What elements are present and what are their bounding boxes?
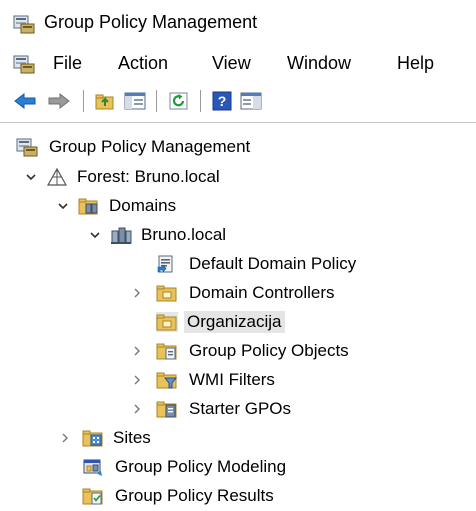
- tree-item-label: Sites: [113, 428, 151, 447]
- properties-pane-icon[interactable]: [238, 89, 264, 113]
- menu-help[interactable]: Help: [395, 52, 436, 75]
- tree-item-label: Group Policy Management: [49, 137, 251, 156]
- refresh-icon[interactable]: [166, 89, 192, 113]
- tree-item-domains[interactable]: Domains: [78, 193, 179, 219]
- domain-icon: [110, 225, 132, 245]
- menu-action[interactable]: Action: [116, 52, 170, 75]
- chevron-down-icon[interactable]: [24, 170, 38, 184]
- results-folder-icon: [82, 486, 104, 506]
- help-icon[interactable]: ?: [209, 89, 235, 113]
- tree-item-group-policy-modeling[interactable]: Group Policy Modeling: [82, 454, 289, 480]
- tree-item-label: Group Policy Results: [115, 486, 274, 505]
- gpo-link-icon: [156, 254, 178, 274]
- tree-item-label: Default Domain Policy: [189, 254, 357, 273]
- starter-gpo-folder-icon: [156, 399, 178, 419]
- gpm-console-icon: [16, 137, 38, 157]
- back-arrow-icon[interactable]: [12, 89, 38, 113]
- tree-item-group-policy-results[interactable]: Group Policy Results: [82, 483, 277, 509]
- tree-item-sites[interactable]: Sites: [82, 425, 154, 451]
- tree-item-label: Organizacija: [184, 311, 285, 333]
- domains-folder-icon: [78, 196, 100, 216]
- tree-item-label: Starter GPOs: [189, 399, 292, 418]
- wmi-filter-folder-icon: [156, 370, 178, 390]
- chevron-right-icon[interactable]: [58, 431, 72, 445]
- chevron-down-icon[interactable]: [88, 228, 102, 242]
- toolbar-divider: [0, 122, 476, 123]
- chevron-right-icon[interactable]: [130, 373, 144, 387]
- chevron-right-icon[interactable]: [130, 286, 144, 300]
- toolbar-separator: [156, 90, 157, 112]
- forward-arrow-icon[interactable]: [46, 89, 72, 113]
- chevron-down-icon[interactable]: [56, 199, 70, 213]
- tree-item-label: Forest: Bruno.local: [77, 167, 220, 186]
- tree-item-starter-gpos[interactable]: Starter GPOs: [156, 396, 294, 422]
- forest-icon: [46, 167, 68, 187]
- toolbar-separator: [83, 90, 84, 112]
- menu-file[interactable]: File: [51, 52, 84, 75]
- tree-item-forest[interactable]: Forest: Bruno.local: [46, 164, 223, 190]
- system-menu-icon[interactable]: [13, 54, 35, 79]
- tree-item-bruno-local[interactable]: Bruno.local: [110, 222, 229, 248]
- tree-item-label: Bruno.local: [141, 225, 227, 244]
- tree-item-label: Domains: [109, 196, 177, 215]
- tree-item-label: Domain Controllers: [189, 283, 335, 302]
- window-title: Group Policy Management: [44, 12, 258, 32]
- tree-item-wmi-filters[interactable]: WMI Filters: [156, 367, 278, 393]
- svg-text:?: ?: [218, 93, 227, 109]
- tree-item-group-policy-management[interactable]: Group Policy Management: [16, 134, 253, 160]
- tree-item-organizacija[interactable]: Organizacija: [156, 309, 285, 335]
- tree-item-label: Group Policy Objects: [189, 341, 349, 360]
- chevron-right-icon[interactable]: [130, 402, 144, 416]
- ou-folder-icon: [156, 283, 178, 303]
- tree-item-label: Group Policy Modeling: [115, 457, 287, 476]
- tree-item-default-domain-policy[interactable]: Default Domain Policy: [156, 251, 359, 277]
- menu-view[interactable]: View: [210, 52, 253, 75]
- sites-folder-icon: [82, 428, 104, 448]
- toolbar-separator: [200, 90, 201, 112]
- modeling-icon: [82, 457, 104, 477]
- up-folder-icon[interactable]: [92, 89, 118, 113]
- show-hide-tree-icon[interactable]: [122, 89, 148, 113]
- title-bar: Group Policy Management: [0, 0, 476, 46]
- tree-item-domain-controllers[interactable]: Domain Controllers: [156, 280, 338, 306]
- gpo-folder-icon: [156, 341, 178, 361]
- menu-window[interactable]: Window: [285, 52, 353, 75]
- tree-item-group-policy-objects[interactable]: Group Policy Objects: [156, 338, 352, 364]
- tree-item-label: WMI Filters: [189, 370, 275, 389]
- ou-folder-icon: [156, 312, 178, 332]
- chevron-right-icon[interactable]: [130, 344, 144, 358]
- gpm-console-icon: [13, 14, 35, 39]
